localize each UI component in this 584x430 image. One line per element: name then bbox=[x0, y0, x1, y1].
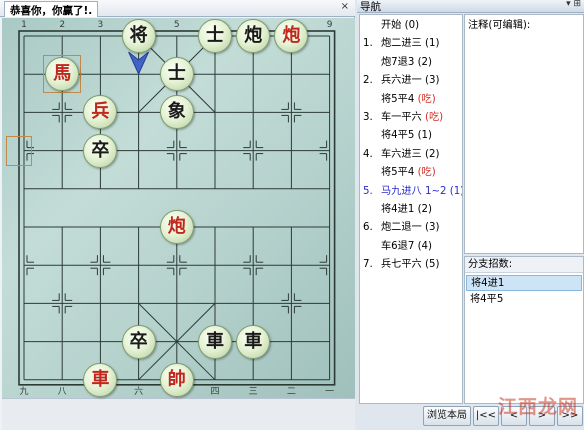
move-text: 车一平六 (吃) bbox=[381, 112, 444, 123]
file-number-label: 1 bbox=[21, 20, 27, 30]
red-piece[interactable]: 帥 bbox=[159, 362, 194, 397]
watermark-logo: 江西龙网 bbox=[497, 396, 578, 418]
navigation-title: 导航 bbox=[360, 1, 381, 13]
move-list[interactable]: 开始 (0) 1. 炮二进三 (1) 炮7退3 (2) 2. 兵六进一 (3) 将5平4 (… bbox=[359, 14, 463, 404]
move-list-item[interactable]: 2. 兵六进一 (3) bbox=[360, 72, 462, 90]
board-status-strip bbox=[2, 398, 355, 430]
move-number: 2. bbox=[363, 75, 373, 87]
move-text: 炮7退3 (2) bbox=[381, 56, 433, 68]
move-list-item[interactable]: 将5平4 (吃) bbox=[360, 164, 462, 182]
file-number-label: 3 bbox=[97, 20, 104, 30]
move-text: 将4进1 (2) bbox=[381, 204, 433, 215]
move-text: 炮二退一 (3) bbox=[381, 222, 440, 234]
move-list-item[interactable]: 将5平4 (吃) bbox=[360, 91, 462, 109]
move-list-item[interactable]: 5. 马九进八 1~2 (1) bbox=[360, 183, 463, 201]
black-piece[interactable]: 卒 bbox=[83, 133, 118, 168]
move-list-item[interactable]: 6. 炮二退一 (3) bbox=[360, 219, 462, 237]
move-number: 4. bbox=[363, 148, 373, 160]
move-text: 马九进八 1~2 (1) bbox=[381, 185, 463, 197]
move-text: 兵七平六 (5) bbox=[381, 259, 440, 271]
file-number-label: 2 bbox=[59, 20, 66, 30]
board-panel: 恭喜你，你赢了!. × 123456789 九八七六五四三二一 将士炮炮馬士兵象… bbox=[0, 0, 355, 430]
capture-tag: (吃) bbox=[417, 167, 436, 179]
file-number-label: 二 bbox=[286, 387, 296, 397]
branch-label: 分支招数: bbox=[465, 257, 583, 273]
red-piece[interactable]: 車 bbox=[83, 362, 118, 397]
move-text: 将5平4 (吃) bbox=[381, 167, 436, 179]
pin-icon[interactable]: ▾ ⊞ bbox=[566, 0, 581, 9]
move-number: 5. bbox=[363, 185, 373, 197]
navigation-header: 导航 ▾ ⊞ bbox=[357, 0, 584, 13]
file-number-label: 六 bbox=[134, 387, 144, 397]
comment-label: 注释(可编辑): bbox=[468, 20, 531, 31]
black-piece[interactable]: 炮 bbox=[236, 19, 271, 53]
file-number-label: 一 bbox=[325, 387, 335, 397]
move-text: 开始 (0) bbox=[381, 20, 420, 31]
black-piece[interactable]: 象 bbox=[159, 95, 194, 130]
navigation-panel: 导航 ▾ ⊞ 开始 (0) 1. 炮二进三 (1) 炮7退3 (2) 2. 兵六进一 (3… bbox=[357, 0, 584, 430]
black-piece[interactable]: 士 bbox=[198, 19, 232, 53]
black-piece[interactable]: 士 bbox=[159, 57, 194, 92]
move-text: 车六进三 (2) bbox=[381, 148, 440, 160]
move-list-item[interactable]: 1. 炮二进三 (1) bbox=[360, 35, 462, 53]
move-number: 1. bbox=[363, 38, 373, 50]
first-move-button[interactable]: |<< bbox=[473, 406, 499, 426]
black-piece[interactable]: 卒 bbox=[121, 324, 156, 359]
black-piece[interactable]: 車 bbox=[198, 324, 232, 359]
move-list-item[interactable]: 7. 兵七平六 (5) bbox=[360, 256, 462, 274]
move-text: 将4平5 (1) bbox=[381, 130, 433, 142]
branch-item[interactable]: 将4平5 bbox=[466, 292, 582, 308]
move-list-item[interactable]: 4. 车六进三 (2) bbox=[360, 146, 462, 164]
move-number: 6. bbox=[363, 222, 373, 234]
move-list-item[interactable]: 炮7退3 (2) bbox=[360, 54, 462, 72]
move-list-item[interactable]: 将4进1 (2) bbox=[360, 201, 462, 219]
file-number-label: 九 bbox=[19, 387, 29, 397]
file-number-label: 三 bbox=[248, 387, 258, 397]
capture-tag: (吃) bbox=[425, 112, 444, 123]
move-text: 炮二进三 (1) bbox=[381, 38, 440, 50]
black-piece[interactable]: 将 bbox=[121, 19, 156, 53]
move-list-item[interactable]: 开始 (0) bbox=[360, 17, 462, 35]
move-list-item[interactable]: 将4平5 (1) bbox=[360, 127, 462, 145]
branch-panel: 分支招数: 将4进1 将4平5 bbox=[464, 256, 584, 404]
black-piece[interactable]: 車 bbox=[236, 324, 271, 359]
red-piece[interactable]: 炮 bbox=[159, 210, 194, 244]
move-text: 将5平4 (吃) bbox=[381, 93, 436, 105]
file-number-label: 9 bbox=[326, 20, 333, 30]
file-number-label: 四 bbox=[210, 387, 220, 397]
move-text: 车6退7 (4) bbox=[381, 240, 433, 252]
file-number-label: 八 bbox=[57, 387, 67, 397]
comment-panel[interactable]: 注释(可编辑): bbox=[464, 14, 584, 254]
move-list-item[interactable]: 3. 车一平六 (吃) bbox=[360, 109, 462, 127]
move-number: 7. bbox=[363, 259, 373, 271]
branch-item[interactable]: 将4进1 bbox=[466, 275, 582, 291]
capture-tag: (吃) bbox=[417, 93, 436, 105]
comment-textarea[interactable] bbox=[467, 31, 581, 251]
last-move-origin-marker bbox=[6, 135, 32, 166]
move-number: 3. bbox=[363, 112, 373, 123]
move-text: 兵六进一 (3) bbox=[381, 75, 440, 87]
move-list-item[interactable]: 车6退7 (4) bbox=[360, 238, 462, 256]
browse-game-button[interactable]: 浏览本局 bbox=[423, 406, 471, 426]
file-number-label: 5 bbox=[173, 20, 180, 30]
